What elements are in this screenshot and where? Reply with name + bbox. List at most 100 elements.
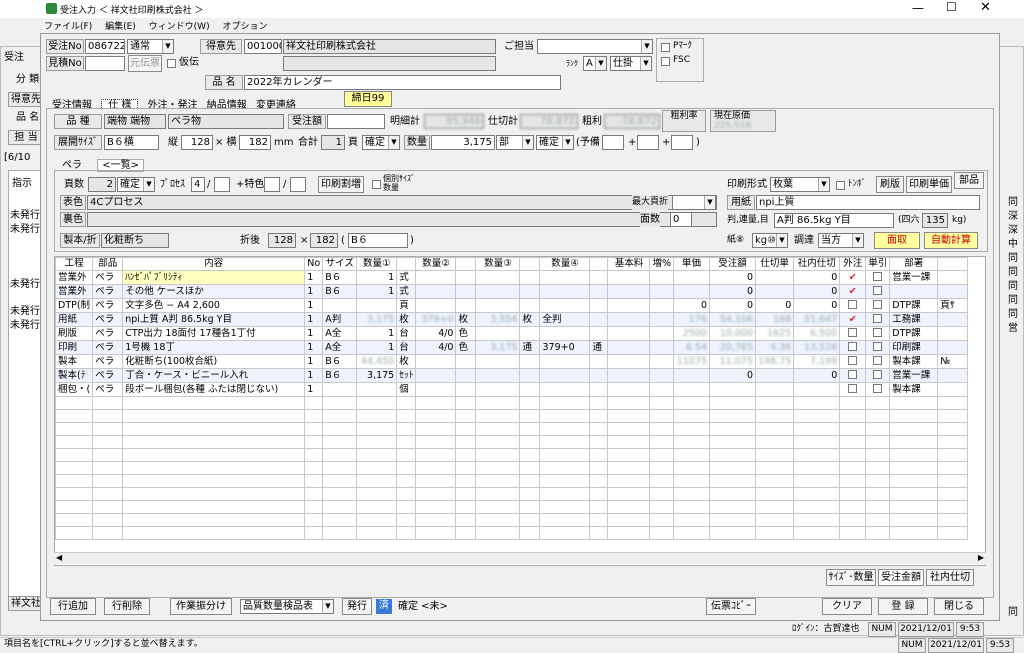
table-cell[interactable]: 13,526 bbox=[793, 340, 841, 355]
scroll-left-icon[interactable]: ◀ bbox=[56, 553, 62, 562]
horiz-field[interactable]: 182 bbox=[239, 135, 271, 150]
table-cell[interactable] bbox=[415, 298, 457, 313]
table-cell[interactable] bbox=[649, 284, 675, 299]
table-cell[interactable] bbox=[755, 382, 795, 397]
table-cell[interactable] bbox=[649, 354, 675, 369]
table-cell[interactable]: 営業一課 bbox=[889, 368, 939, 383]
table-cell[interactable]: 379+0 bbox=[415, 312, 457, 327]
table-cell[interactable]: 化粧断ち(100枚合紙) bbox=[122, 354, 306, 369]
table-cell[interactable]: A全 bbox=[322, 340, 358, 355]
table-cell[interactable] bbox=[649, 368, 675, 383]
table-cell[interactable]: 3,175 bbox=[356, 368, 398, 383]
process-field-2[interactable] bbox=[214, 177, 230, 192]
table-cell[interactable]: 式 bbox=[396, 284, 417, 299]
table-cell[interactable]: ｾｯﾄ bbox=[396, 368, 417, 383]
kind1-field[interactable]: 端物 端物 bbox=[104, 114, 166, 129]
table-cell[interactable]: DTP課 bbox=[889, 326, 939, 341]
grid-header-cell[interactable]: 社内仕切 bbox=[793, 257, 841, 271]
table-cell[interactable]: 式 bbox=[396, 270, 417, 285]
table-cell[interactable] bbox=[937, 284, 969, 299]
inner-confirm-select[interactable]: 確定 ▼ bbox=[117, 177, 155, 192]
table-cell[interactable]: 0 bbox=[793, 270, 841, 285]
vert-field[interactable]: 128 bbox=[181, 135, 213, 150]
table-cell[interactable] bbox=[607, 354, 651, 369]
table-cell[interactable]: その他 ケースほか bbox=[122, 284, 306, 299]
table-cell[interactable]: 営業外 bbox=[55, 270, 94, 285]
table-cell[interactable] bbox=[673, 382, 711, 397]
table-cell[interactable] bbox=[539, 284, 591, 299]
product-name-field[interactable]: 2022年カレンダー bbox=[244, 75, 561, 90]
table-cell[interactable]: 1 bbox=[304, 354, 324, 369]
table-cell[interactable] bbox=[607, 298, 651, 313]
table-row[interactable]: 梱包・(ペラ 段ボール梱包(各種 ふたは閉じない) 1 個 製本課 bbox=[55, 382, 969, 397]
delete-row-button[interactable]: 行削除 bbox=[104, 598, 150, 615]
table-cell[interactable] bbox=[455, 354, 477, 369]
confirm1-select[interactable]: 確定 ▼ bbox=[362, 135, 400, 150]
table-cell[interactable]: 6,500 bbox=[793, 326, 841, 341]
table-cell[interactable] bbox=[937, 270, 969, 285]
tab-size-qty[interactable]: ｻｲｽﾞ･数量 bbox=[826, 569, 876, 586]
order-type-select[interactable]: 通常 ▼ bbox=[127, 39, 174, 54]
table-cell[interactable]: ﾊﾝｾﾞﾊﾟﾌﾞﾘｼﾃｨ bbox=[122, 270, 306, 285]
estimate-no-field[interactable] bbox=[85, 56, 125, 71]
table-cell[interactable] bbox=[793, 382, 841, 397]
clear-button[interactable]: クリア bbox=[822, 598, 872, 615]
table-cell[interactable] bbox=[839, 298, 867, 313]
table-cell[interactable]: B６ bbox=[322, 270, 358, 285]
order-no-field[interactable]: 086722 bbox=[85, 39, 125, 54]
tonbo-checkbox[interactable] bbox=[836, 181, 845, 190]
table-cell[interactable] bbox=[839, 368, 867, 383]
table-cell[interactable]: 0 bbox=[709, 270, 757, 285]
table-cell[interactable]: 製本課 bbox=[889, 354, 939, 369]
size-field[interactable]: B６横 bbox=[104, 135, 159, 150]
men-button[interactable]: 面取 bbox=[874, 232, 920, 249]
table-cell[interactable] bbox=[607, 270, 651, 285]
issue-button[interactable]: 発行 bbox=[342, 598, 372, 615]
table-cell[interactable]: ペラ bbox=[92, 270, 124, 285]
table-cell[interactable]: DTP(制 bbox=[55, 298, 94, 313]
table-cell[interactable] bbox=[673, 270, 711, 285]
contact-select[interactable]: ▼ bbox=[537, 39, 653, 54]
table-cell[interactable]: 1 bbox=[304, 284, 324, 299]
provisional-checkbox[interactable] bbox=[167, 59, 176, 68]
table-cell[interactable]: A判 bbox=[322, 312, 358, 327]
front-color-field[interactable]: 4Cプロセス bbox=[87, 195, 717, 210]
table-cell[interactable] bbox=[589, 382, 609, 397]
paper-weight-field[interactable]: A判 86.5kg Y目 bbox=[774, 213, 894, 228]
print-form-select[interactable]: 枚葉 ▼ bbox=[770, 177, 830, 192]
table-cell[interactable]: 0 bbox=[709, 284, 757, 299]
table-cell[interactable] bbox=[589, 284, 609, 299]
table-cell[interactable] bbox=[356, 382, 398, 397]
client-name-field[interactable]: 祥文社印刷株式会社 bbox=[283, 39, 496, 54]
table-cell[interactable] bbox=[415, 284, 457, 299]
table-cell[interactable] bbox=[937, 382, 969, 397]
grid-header-cell[interactable]: 基本料 bbox=[607, 257, 651, 271]
table-cell[interactable]: 0 bbox=[673, 298, 711, 313]
grid-header-cell[interactable] bbox=[455, 257, 477, 271]
table-cell[interactable]: 1号機 18丁 bbox=[122, 340, 306, 355]
table-cell[interactable]: 色 bbox=[455, 326, 477, 341]
table-cell[interactable] bbox=[519, 270, 541, 285]
table-cell[interactable]: 3,554 bbox=[475, 312, 521, 327]
table-cell[interactable] bbox=[607, 368, 651, 383]
table-cell[interactable] bbox=[589, 312, 609, 327]
table-cell[interactable] bbox=[649, 340, 675, 355]
table-cell[interactable] bbox=[415, 368, 457, 383]
paper-unit-select[interactable]: kg⑩ ▼ bbox=[752, 233, 788, 248]
auto-calc-button[interactable]: 自動計算 bbox=[924, 232, 978, 249]
table-cell[interactable]: 枚 bbox=[396, 312, 417, 327]
close-window-button[interactable]: ✕ bbox=[980, 0, 991, 15]
table-cell[interactable] bbox=[415, 382, 457, 397]
table-cell[interactable] bbox=[519, 284, 541, 299]
table-cell[interactable]: ✔ bbox=[839, 270, 867, 285]
table-cell[interactable] bbox=[322, 382, 358, 397]
quality-select[interactable]: 品質数量検品表 ▼ bbox=[240, 599, 334, 614]
process-field[interactable]: 4 bbox=[191, 177, 205, 192]
table-cell[interactable] bbox=[649, 270, 675, 285]
table-cell[interactable] bbox=[455, 368, 477, 383]
table-cell[interactable] bbox=[709, 382, 757, 397]
table-cell[interactable] bbox=[356, 298, 398, 313]
fsc-checkbox[interactable] bbox=[661, 57, 670, 66]
table-cell[interactable] bbox=[475, 368, 521, 383]
client-code-field[interactable]: 001000 bbox=[244, 39, 282, 54]
